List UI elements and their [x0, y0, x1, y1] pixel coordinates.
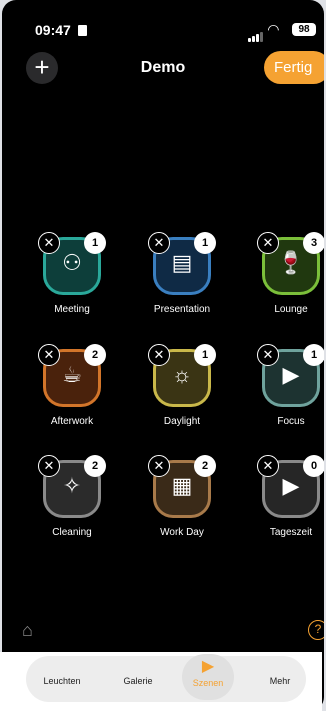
- delete-scene-button[interactable]: ✕: [257, 232, 279, 254]
- people-icon: ⚇: [62, 250, 82, 275]
- scene-label: Cleaning: [52, 527, 92, 538]
- help-icon[interactable]: ?: [308, 620, 324, 640]
- scene-icon-box[interactable]: ☕ ✕ 2: [38, 344, 106, 407]
- lamp-icon[interactable]: ⌂: [22, 620, 33, 641]
- video-icon: ▶: [282, 362, 300, 387]
- scene-icon-box[interactable]: ▦ ✕ 2: [148, 455, 216, 518]
- scene-tile[interactable]: ☕ ✕ 2 Afterwork: [38, 344, 106, 427]
- scene-count-badge: 2: [84, 455, 106, 477]
- scene-tile[interactable]: ⚇ ✕ 1 Meeting: [38, 232, 106, 315]
- tab-label: Leuchten: [43, 676, 81, 686]
- tab-bar: Leuchten Galerie ▶ Szenen Mehr: [0, 652, 322, 711]
- scene-icon-box[interactable]: ▤ ✕ 1: [148, 232, 216, 295]
- scene-count-badge: 2: [194, 455, 216, 477]
- scene-count-badge: 2: [84, 344, 106, 366]
- scenes-icon: ▶: [201, 658, 215, 675]
- tab-label: Galerie: [123, 676, 153, 686]
- scene-tile[interactable]: ▶ ✕ 0 Tageszeit: [257, 455, 324, 538]
- scene-icon-box[interactable]: ▶ ✕ 0: [257, 455, 324, 518]
- delete-scene-button[interactable]: ✕: [257, 455, 279, 477]
- scene-count-badge: 1: [194, 344, 216, 366]
- scene-count-badge: 1: [194, 232, 216, 254]
- scene-icon-box[interactable]: ▶ ✕ 1: [257, 344, 324, 407]
- tab-leuchten[interactable]: Leuchten: [32, 666, 92, 686]
- scene-count-badge: 1: [303, 344, 324, 366]
- projector-icon: ▤: [171, 250, 193, 275]
- tab-mehr[interactable]: Mehr: [250, 666, 310, 686]
- sun-icon: ☼: [171, 362, 193, 387]
- delete-scene-button[interactable]: ✕: [148, 344, 170, 366]
- tab-label: Mehr: [269, 676, 291, 686]
- scene-tile[interactable]: ▤ ✕ 1 Presentation: [148, 232, 216, 315]
- scene-count-badge: 3: [303, 232, 324, 254]
- delete-scene-button[interactable]: ✕: [148, 232, 170, 254]
- wine-glass-icon: 🍷: [277, 250, 305, 275]
- scene-label: Lounge: [274, 304, 308, 315]
- scene-icon-box[interactable]: ✧ ✕ 2: [38, 455, 106, 518]
- battery-indicator: 98: [292, 23, 316, 36]
- tab-galerie[interactable]: Galerie: [108, 666, 168, 686]
- scene-count-badge: 1: [84, 232, 106, 254]
- done-button[interactable]: Fertig: [264, 51, 324, 84]
- delete-scene-button[interactable]: ✕: [148, 455, 170, 477]
- wifi-icon: ◠: [268, 21, 279, 37]
- delete-scene-button[interactable]: ✕: [38, 232, 60, 254]
- scene-tile[interactable]: 🍷 ✕ 3 Lounge: [257, 232, 324, 315]
- tab-label: Szenen: [192, 678, 224, 688]
- scene-tile[interactable]: ▦ ✕ 2 Work Day: [148, 455, 216, 538]
- delete-scene-button[interactable]: ✕: [38, 344, 60, 366]
- lock-icon: [78, 25, 87, 36]
- scene-icon-box[interactable]: 🍷 ✕ 3: [257, 232, 324, 295]
- scene-icon-box[interactable]: ☼ ✕ 1: [148, 344, 216, 407]
- scene-label: Work Day: [160, 527, 204, 538]
- signal-icon: [248, 26, 264, 42]
- status-time: 09:47: [35, 22, 71, 38]
- video-icon: ▶: [282, 473, 300, 498]
- scene-label: Focus: [277, 416, 305, 427]
- app-screen: 09:47 ◠ 98 + Demo Fertig ⚇ ✕ 1 Meeting ▤ ✕ 1 Pr…: [2, 0, 324, 711]
- status-bar: 09:47 ◠ 98: [2, 21, 324, 42]
- scene-label: Tageszeit: [269, 527, 313, 538]
- tab-szenen[interactable]: ▶ Szenen: [178, 654, 238, 700]
- delete-scene-button[interactable]: ✕: [38, 455, 60, 477]
- scene-tile[interactable]: ✧ ✕ 2 Cleaning: [38, 455, 106, 538]
- delete-scene-button[interactable]: ✕: [257, 344, 279, 366]
- scene-label: Daylight: [163, 416, 201, 427]
- scene-tile[interactable]: ☼ ✕ 1 Daylight: [148, 344, 216, 427]
- scene-tile[interactable]: ▶ ✕ 1 Focus: [257, 344, 324, 427]
- scene-label: Presentation: [153, 304, 211, 315]
- bucket-icon: ✧: [62, 473, 82, 498]
- scene-label: Meeting: [54, 304, 90, 315]
- dashboard-icon: ▦: [171, 473, 193, 498]
- scene-label: Afterwork: [50, 416, 94, 427]
- scene-count-badge: 0: [303, 455, 324, 477]
- scene-icon-box[interactable]: ⚇ ✕ 1: [38, 232, 106, 295]
- coffee-cup-icon: ☕: [62, 362, 82, 387]
